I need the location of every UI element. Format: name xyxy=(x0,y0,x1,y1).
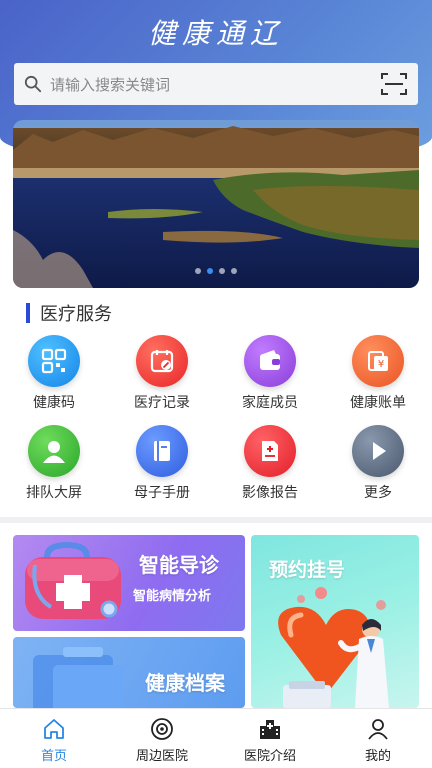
service-label: 排队大屏 xyxy=(26,484,82,500)
report-icon xyxy=(244,425,296,477)
service-queue-screen[interactable]: 排队大屏 xyxy=(0,425,108,515)
user-icon xyxy=(28,425,80,477)
home-icon xyxy=(44,719,64,739)
carousel-indicators[interactable] xyxy=(13,268,419,274)
tab-label: 周边医院 xyxy=(135,748,188,763)
smart-guide-title: 智能导诊 xyxy=(139,555,219,577)
section-divider xyxy=(0,517,432,523)
folder-icon xyxy=(33,647,123,708)
tab-label: 首页 xyxy=(40,748,67,763)
service-label: 健康账单 xyxy=(350,394,406,410)
service-more[interactable]: 更多 xyxy=(324,425,432,515)
tab-label: 医院介绍 xyxy=(243,748,296,763)
smart-guide-subtitle: 智能病情分析 xyxy=(133,588,212,603)
section-title: 医疗服务 xyxy=(40,304,112,324)
service-grid: 健康码 医疗记录 家庭成员 ¥ 健康账单 排队大屏 母子手册 影像报告 更多 xyxy=(0,335,432,515)
search-icon xyxy=(24,75,42,93)
health-record-card[interactable]: 健康档案 xyxy=(13,637,245,708)
tab-label: 我的 xyxy=(364,748,391,763)
appointment-card[interactable]: 预约挂号 xyxy=(251,535,419,708)
smart-guide-card[interactable]: 智能导诊 智能病情分析 xyxy=(13,535,245,631)
service-label: 母子手册 xyxy=(134,484,190,500)
service-label: 健康码 xyxy=(33,394,75,410)
service-health-bill[interactable]: ¥ 健康账单 xyxy=(324,335,432,425)
service-imaging-report[interactable]: 影像报告 xyxy=(216,425,324,515)
bottom-tab-bar: 首页 周边医院 医院介绍 我的 xyxy=(0,708,432,768)
service-row: 健康码 医疗记录 家庭成员 ¥ 健康账单 xyxy=(0,335,432,425)
service-medical-records[interactable]: 医疗记录 xyxy=(108,335,216,425)
service-label: 更多 xyxy=(364,484,392,500)
service-label: 影像报告 xyxy=(242,484,298,500)
landscape-image xyxy=(13,120,419,288)
qr-code-icon xyxy=(28,335,80,387)
book-icon xyxy=(136,425,188,477)
service-label: 家庭成员 xyxy=(242,394,298,410)
bill-icon: ¥ xyxy=(352,335,404,387)
section-accent-bar xyxy=(26,303,30,323)
play-icon xyxy=(352,425,404,477)
scan-icon[interactable] xyxy=(380,71,408,97)
service-mother-child-handbook[interactable]: 母子手册 xyxy=(108,425,216,515)
app-title: 健康通辽 xyxy=(147,17,284,50)
tab-home[interactable]: 首页 xyxy=(0,709,108,768)
hospital-icon xyxy=(260,720,280,739)
doctor-illustration xyxy=(278,587,389,708)
calendar-record-icon xyxy=(136,335,188,387)
carousel-dot[interactable] xyxy=(231,268,237,274)
service-row: 排队大屏 母子手册 影像报告 更多 xyxy=(0,425,432,515)
section-header: 医疗服务 xyxy=(26,300,112,326)
service-label: 医疗记录 xyxy=(134,394,190,410)
carousel-dot[interactable] xyxy=(195,268,201,274)
service-health-code[interactable]: 健康码 xyxy=(0,335,108,425)
health-record-title: 健康档案 xyxy=(145,673,225,695)
carousel-dot-active[interactable] xyxy=(207,268,213,274)
search-input[interactable]: 请输入搜索关键词 xyxy=(50,74,380,95)
svg-text:¥: ¥ xyxy=(378,359,384,370)
tab-profile[interactable]: 我的 xyxy=(324,709,432,768)
banner-carousel[interactable] xyxy=(13,120,419,288)
service-family-members[interactable]: 家庭成员 xyxy=(216,335,324,425)
profile-icon xyxy=(368,719,388,740)
carousel-dot[interactable] xyxy=(219,268,225,274)
location-icon xyxy=(151,718,173,740)
medical-kit-icon xyxy=(25,541,121,619)
search-bar[interactable]: 请输入搜索关键词 xyxy=(14,63,418,105)
tab-nearby-hospitals[interactable]: 周边医院 xyxy=(108,709,216,768)
tab-hospital-intro[interactable]: 医院介绍 xyxy=(216,709,324,768)
wallet-icon xyxy=(244,335,296,387)
